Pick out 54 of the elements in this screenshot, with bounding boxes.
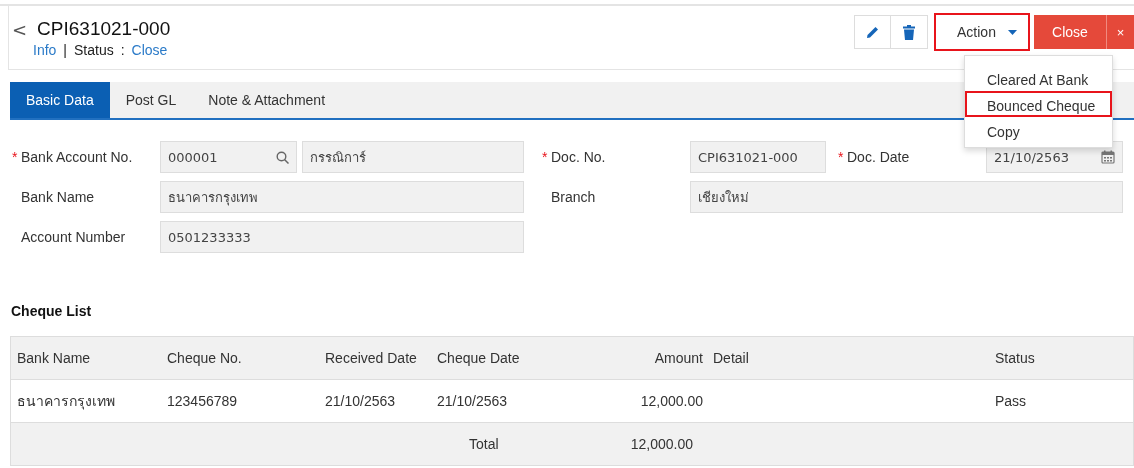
close-x-button[interactable]: × — [1106, 15, 1134, 49]
status-value: Close — [131, 42, 168, 58]
field-label: Bank Account No. — [21, 149, 133, 165]
total-amount: 12,000.00 — [629, 436, 694, 452]
required-mark: * — [542, 149, 549, 165]
table-cell-text: 21/10/2563 — [324, 393, 397, 409]
doc-no-field[interactable]: CPI631021-000 — [690, 141, 826, 173]
edit-button[interactable] — [854, 15, 891, 49]
branch-field[interactable]: เชียงใหม่ — [690, 181, 1123, 213]
table-cell-text: 21/10/2563 — [436, 393, 509, 409]
table-cell-text: 123456789 — [166, 393, 239, 409]
column-header: Cheque No. — [166, 350, 243, 366]
status-label: Status — [74, 42, 114, 58]
pencil-icon — [865, 25, 880, 39]
field-label: Branch — [551, 189, 596, 205]
column-header: Amount — [653, 350, 703, 366]
field-label: Bank Name — [21, 189, 95, 205]
table-cell-text: ธนาคารกรุงเทพ — [16, 392, 116, 412]
field-label: Account Number — [21, 229, 126, 245]
column-header: Bank Name — [16, 350, 92, 366]
column-header: Detail — [712, 350, 750, 366]
tab[interactable]: Post GL — [109, 82, 193, 118]
trash-icon — [903, 24, 915, 40]
search-icon — [276, 150, 289, 164]
column-header: Status — [994, 350, 1036, 366]
account-number-field[interactable]: 0501233333 — [160, 221, 524, 253]
menu-item[interactable]: Cleared At Bank — [965, 65, 1112, 91]
bank-account-name-field[interactable]: กรรณิการ์ — [302, 141, 524, 173]
menu-item[interactable]: Bounced Cheque — [965, 91, 1112, 117]
menu-item[interactable]: Copy — [965, 117, 1112, 143]
colon-text: : — [120, 42, 125, 58]
table-cell-text: 12,000.00 — [639, 393, 703, 409]
close-button[interactable]: Close — [1034, 15, 1106, 49]
tab[interactable]: Note & Attachment — [192, 82, 342, 118]
bank-account-code-field[interactable]: 000001 — [160, 141, 297, 173]
required-mark: * — [12, 149, 19, 165]
required-mark: * — [838, 149, 845, 165]
caret-icon — [1007, 29, 1017, 35]
separator-text: | — [63, 42, 67, 58]
column-header: Received Date — [324, 350, 418, 366]
calendar-icon — [1101, 150, 1115, 164]
back-button[interactable]: < — [12, 18, 28, 40]
section-title: Cheque List — [11, 303, 92, 319]
total-label: Total — [468, 436, 500, 452]
field-label: Doc. Date — [847, 149, 910, 165]
table-cell-text: Pass — [994, 393, 1028, 409]
column-header: Cheque Date — [436, 350, 521, 366]
document-title: CPI631021-000 — [37, 18, 171, 40]
bank-name-field[interactable]: ธนาคารกรุงเทพ — [160, 181, 524, 213]
info-link[interactable]: Info — [33, 42, 57, 58]
action-button[interactable]: Action — [934, 13, 1030, 51]
tab[interactable]: Basic Data — [10, 82, 110, 118]
delete-button[interactable] — [891, 15, 928, 49]
field-label: Doc. No. — [551, 149, 606, 165]
